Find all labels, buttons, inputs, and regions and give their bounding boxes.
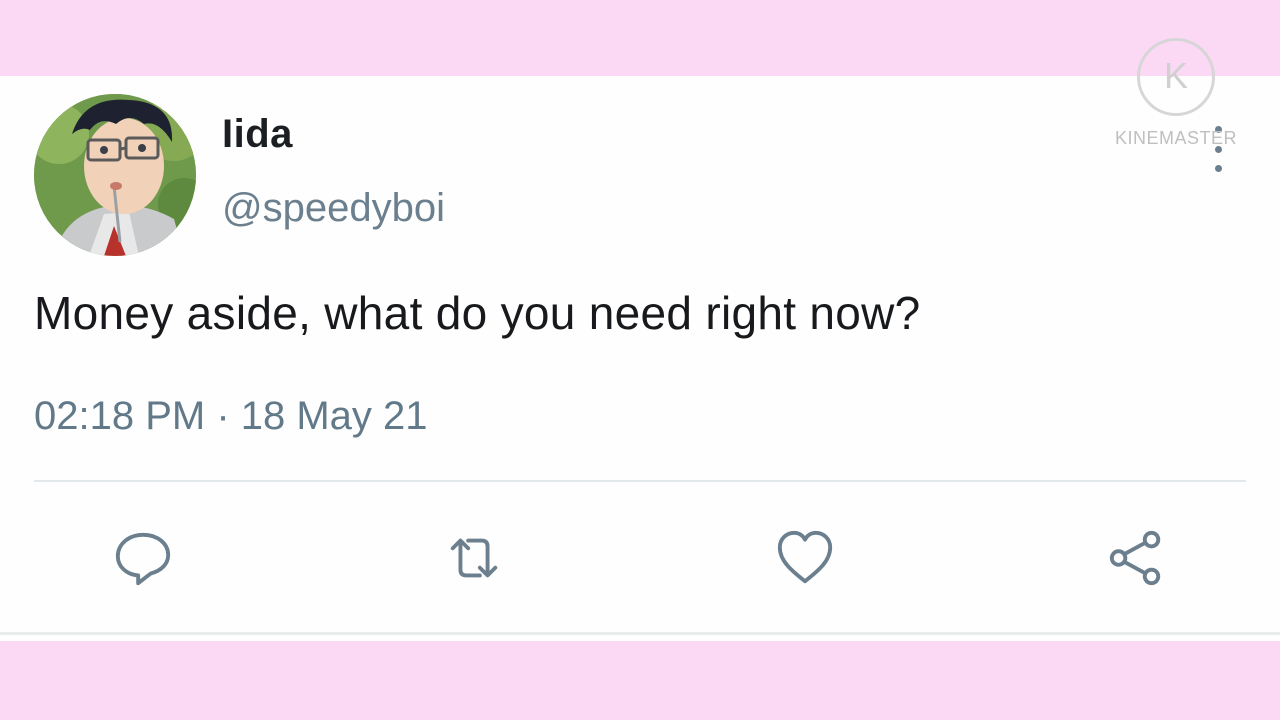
display-name[interactable]: Iida <box>222 112 293 157</box>
user-handle[interactable]: @speedyboi <box>222 186 445 231</box>
avatar[interactable] <box>34 94 196 256</box>
tweet-timestamp[interactable]: 02:18 PM · 18 May 21 <box>34 394 428 439</box>
retweet-icon <box>450 538 498 578</box>
heart-icon <box>777 530 833 584</box>
share-icon <box>1109 530 1161 586</box>
tweet-card: Iida @speedyboi Money aside, what do you… <box>0 76 1280 641</box>
share-button[interactable] <box>1104 526 1168 590</box>
card-bottom-border <box>0 632 1280 635</box>
tweet-text: Money aside, what do you need right now? <box>34 287 921 339</box>
like-button[interactable] <box>773 526 837 590</box>
speech-bubble-icon <box>115 532 171 586</box>
divider <box>34 480 1246 482</box>
retweet-button[interactable] <box>442 526 506 590</box>
watermark-text: KINEMASTER <box>1114 128 1238 148</box>
reply-button[interactable] <box>111 526 175 590</box>
kinemaster-watermark: K KINEMASTER <box>1106 38 1246 158</box>
kinemaster-logo-icon: K <box>1137 38 1215 116</box>
